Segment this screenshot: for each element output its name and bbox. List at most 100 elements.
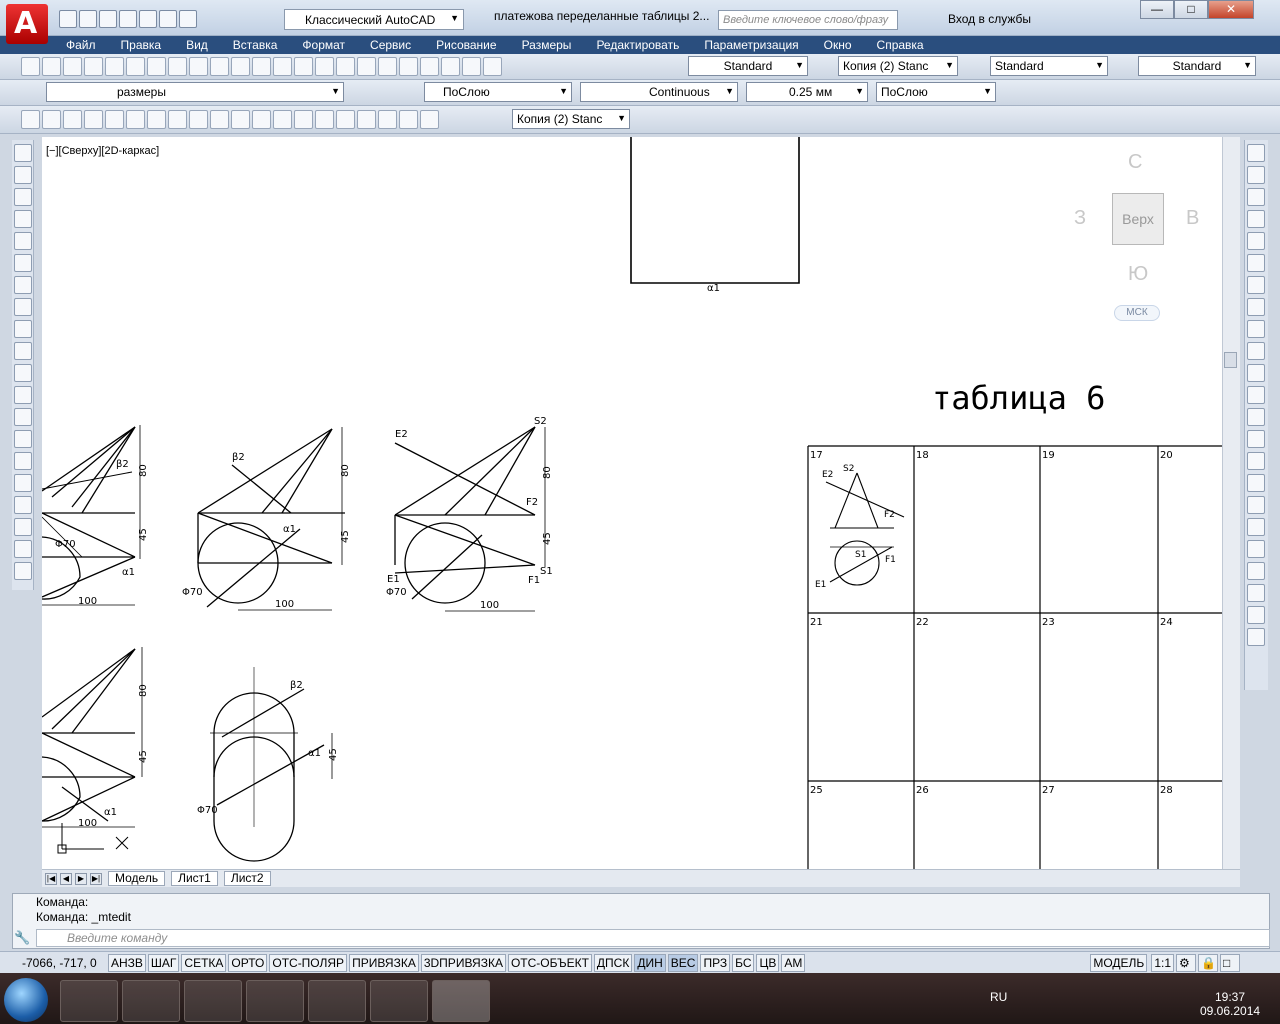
designcenter-icon[interactable] [378,57,397,76]
menu-item-10[interactable]: Окно [824,38,852,52]
point-icon[interactable] [14,430,32,448]
status-toggle-8[interactable]: ДПСК [593,953,633,972]
array-icon[interactable] [1247,232,1265,250]
status-toggle-12[interactable]: БС [732,953,755,972]
help-icon[interactable] [483,57,502,76]
open-icon[interactable] [42,57,61,76]
viewcube-north[interactable]: С [1128,151,1142,174]
polyline-icon[interactable] [14,188,32,206]
markup-icon[interactable] [441,57,460,76]
move-icon[interactable] [1247,254,1265,272]
jog-line-icon[interactable] [357,110,376,129]
ie-icon[interactable] [60,980,118,1022]
status-toggle-10[interactable]: ВЕС [667,953,699,972]
save-as-icon[interactable] [119,10,137,28]
media-player-icon[interactable] [184,980,242,1022]
stretch-icon[interactable] [1247,320,1265,338]
viewcube[interactable]: С Ю З В Верх [1074,151,1199,285]
status-toggle-5[interactable]: ПРИВЯЗКА [349,953,419,972]
dim-diameter-icon[interactable] [147,110,166,129]
undo-icon[interactable] [231,57,250,76]
arc-icon[interactable] [14,254,32,272]
explorer-icon[interactable] [122,980,180,1022]
workspace-select[interactable]: Классический AutoCAD [284,9,464,30]
dim-arc-icon[interactable] [63,110,82,129]
menu-item-2[interactable]: Вид [186,38,208,52]
center-mark-icon[interactable] [315,110,334,129]
redo-icon[interactable] [179,10,197,28]
search-input[interactable]: Введите ключевое слово/фразу [718,10,898,30]
draworder-below-icon[interactable] [1247,584,1265,602]
wrench-icon[interactable]: 🔧 [14,930,30,946]
dim-angular-icon[interactable] [168,110,187,129]
zoom-window-icon[interactable] [315,57,334,76]
tab-layout1[interactable]: Лист1 [171,871,218,886]
mtext-icon[interactable] [14,540,32,558]
open-icon[interactable] [79,10,97,28]
ellipse-icon[interactable] [14,342,32,360]
gear-icon[interactable]: ⚙ [1176,953,1196,972]
table-icon[interactable] [14,518,32,536]
new-icon[interactable] [21,57,40,76]
command-input[interactable]: Введите команду [36,929,1270,947]
insert-block-icon[interactable] [14,386,32,404]
mleader-style-select[interactable]: Standard [1138,56,1256,76]
add-selected-icon[interactable] [14,562,32,580]
viewcube-top[interactable]: Верх [1112,193,1164,245]
minimize-button[interactable]: — [1140,0,1174,19]
viewcube-east[interactable]: В [1186,207,1199,230]
menu-item-0[interactable]: Файл [66,38,96,52]
zoom-icon[interactable] [294,57,313,76]
dim-style-select-2[interactable]: Копия (2) Stanc [512,109,630,129]
start-button[interactable] [4,978,48,1022]
fillet-icon[interactable] [1247,452,1265,470]
color-select[interactable]: ПоСлою [424,82,572,102]
scrollbar-thumb[interactable] [1224,352,1237,368]
table-style-select[interactable]: Standard [990,56,1108,76]
revcloud-icon[interactable] [14,298,32,316]
maximize-button[interactable]: □ [1174,0,1208,19]
menu-item-11[interactable]: Справка [877,38,924,52]
extend-icon[interactable] [1247,364,1265,382]
text-style-select[interactable]: Standard [688,56,808,76]
plotstyle-select[interactable]: ПоСлою [876,82,996,102]
tab-model[interactable]: Модель [108,871,166,886]
tolerance-icon[interactable] [294,110,313,129]
language-indicator[interactable]: RU [990,990,1007,1004]
vertical-scrollbar[interactable] [1222,137,1240,869]
undo-icon[interactable] [159,10,177,28]
copy-icon[interactable] [168,57,187,76]
viewcube-west[interactable]: З [1074,207,1086,230]
prev-tab-icon[interactable]: ◀ [60,872,72,885]
yandex-icon[interactable] [308,980,366,1022]
dim-space-icon[interactable] [252,110,271,129]
viewcube-south[interactable]: Ю [1128,263,1148,286]
status-toggle-13[interactable]: ЦВ [756,953,780,972]
dim-edit-icon[interactable] [378,110,397,129]
linetype-select[interactable]: Continuous [580,82,738,102]
first-tab-icon[interactable]: |◀ [45,872,57,885]
draworder-front-icon[interactable] [1247,518,1265,536]
region-icon[interactable] [14,496,32,514]
menu-item-7[interactable]: Размеры [522,38,572,52]
status-toggle-1[interactable]: ШАГ [147,953,180,972]
next-tab-icon[interactable]: ▶ [75,872,87,885]
status-toggle-6[interactable]: 3DПРИВЯЗКА [420,953,506,972]
offset-icon[interactable] [1247,210,1265,228]
menu-item-4[interactable]: Формат [302,38,345,52]
quick-dim-icon[interactable] [189,110,208,129]
status-toggle-0[interactable]: АНЗВ [108,953,146,972]
print-icon[interactable] [139,10,157,28]
draworder-above-icon[interactable] [1247,562,1265,580]
clock[interactable]: 19:37 09.06.2014 [1200,990,1260,1018]
dim-style-select[interactable]: Копия (2) Stanc [838,56,958,76]
calc-icon[interactable] [462,57,481,76]
status-toggle-2[interactable]: СЕТКА [181,953,227,972]
inspect-icon[interactable] [336,110,355,129]
print-icon[interactable] [84,57,103,76]
circle-icon[interactable] [14,276,32,294]
new-icon[interactable] [59,10,77,28]
zoom-prev-icon[interactable] [336,57,355,76]
explode-icon[interactable] [1247,496,1265,514]
ucs-menu[interactable]: МСК [1114,305,1160,321]
